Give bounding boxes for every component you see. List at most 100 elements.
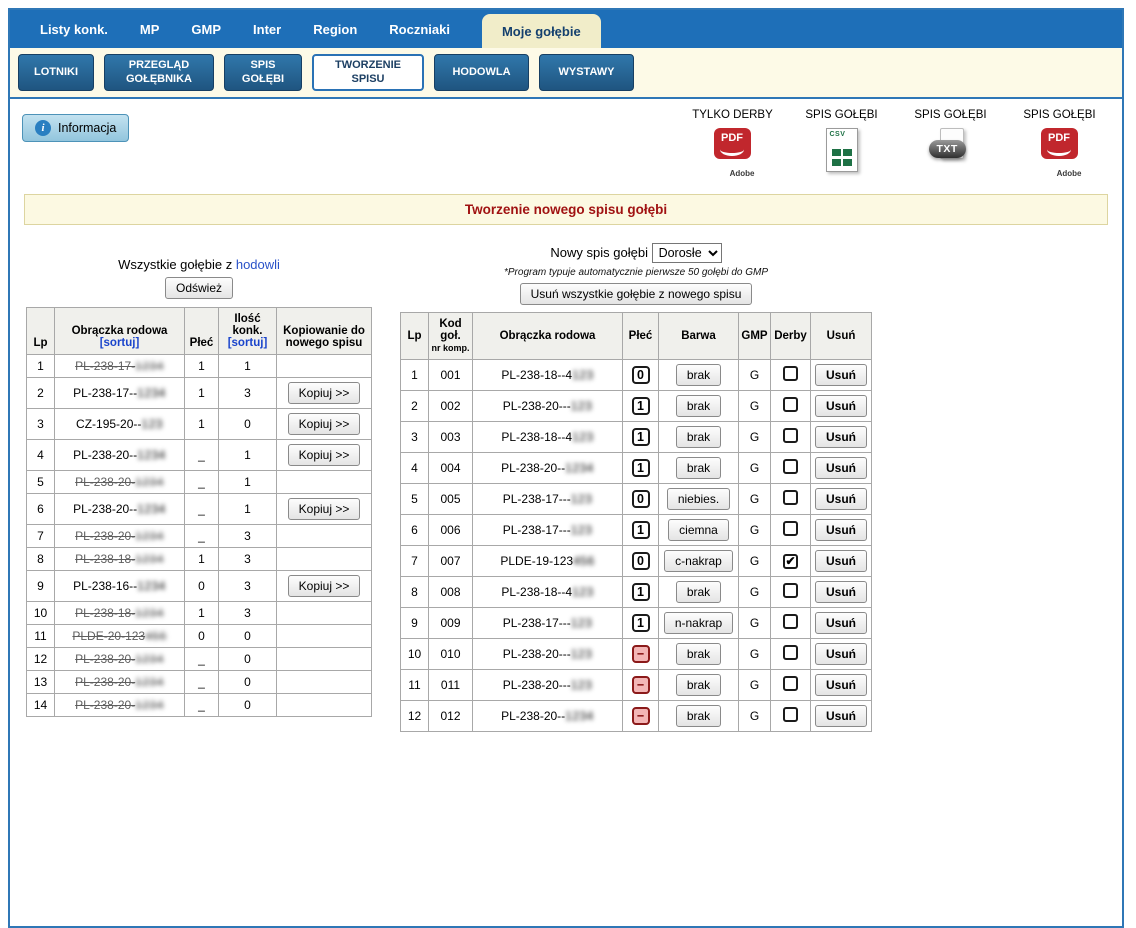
derby-checkbox[interactable] xyxy=(783,397,798,412)
sex-toggle[interactable]: − xyxy=(632,645,650,663)
csv-icon[interactable]: CSV xyxy=(821,128,863,178)
delete-button[interactable]: Usuń xyxy=(815,426,867,448)
color-button[interactable]: brak xyxy=(676,426,721,448)
sex-toggle[interactable]: 1 xyxy=(632,459,650,477)
color-button[interactable]: brak xyxy=(676,364,721,386)
sex-toggle[interactable]: 0 xyxy=(632,490,650,508)
delete-button[interactable]: Usuń xyxy=(815,674,867,696)
delete-button[interactable]: Usuń xyxy=(815,643,867,665)
refresh-button[interactable]: Odśwież xyxy=(165,277,233,299)
color-button[interactable]: brak xyxy=(676,457,721,479)
sex-toggle[interactable]: − xyxy=(632,707,650,725)
export-item[interactable]: SPIS GOŁĘBICSV xyxy=(789,109,894,180)
copy-button[interactable]: Kopiuj >> xyxy=(288,444,361,466)
color-button[interactable]: n-nakrap xyxy=(664,612,733,634)
sex-toggle[interactable]: 1 xyxy=(632,583,650,601)
sex-toggle[interactable]: 1 xyxy=(632,397,650,415)
refresh-wrap: Odśwież xyxy=(26,277,372,299)
gmp-cell: G xyxy=(739,360,771,391)
delete-button[interactable]: Usuń xyxy=(815,550,867,572)
derby-checkbox[interactable] xyxy=(783,459,798,474)
ring-cell: PL-238-17-1234 xyxy=(55,355,185,378)
breeding-link[interactable]: hodowli xyxy=(236,257,280,272)
table-row: 1PL-238-17-123411 xyxy=(27,355,372,378)
subnav-button[interactable]: HODOWLA xyxy=(434,54,529,91)
gmp-cell: G xyxy=(739,546,771,577)
derby-checkbox[interactable] xyxy=(783,614,798,629)
delete-button[interactable]: Usuń xyxy=(815,612,867,634)
delete-button[interactable]: Usuń xyxy=(815,364,867,386)
color-cell: c-nakrap xyxy=(659,546,739,577)
nav-item[interactable]: Inter xyxy=(253,10,281,48)
export-item[interactable]: TYLKO DERBYPDFAdobe xyxy=(680,109,785,180)
sex-toggle[interactable]: 0 xyxy=(632,366,650,384)
subnav-button[interactable]: SPIS GOŁĘBI xyxy=(224,54,302,91)
derby-checkbox[interactable] xyxy=(783,521,798,536)
export-item[interactable]: SPIS GOŁĘBIPDFAdobe xyxy=(1007,109,1112,180)
ring-redacted: 123 xyxy=(572,368,594,382)
copy-button[interactable]: Kopiuj >> xyxy=(288,382,361,404)
subnav-button[interactable]: WYSTAWY xyxy=(539,54,634,91)
color-button[interactable]: brak xyxy=(676,643,721,665)
sex-toggle[interactable]: 1 xyxy=(632,614,650,632)
txt-icon[interactable]: TXT xyxy=(927,128,975,176)
csv-label: CSV xyxy=(830,131,846,138)
ring-cell: PL-238-18--4123 xyxy=(473,577,623,608)
color-button[interactable]: niebies. xyxy=(667,488,730,510)
nav-item[interactable]: MP xyxy=(140,10,160,48)
pdf-icon[interactable]: PDFAdobe xyxy=(710,128,756,180)
ring-number: PL-238-17--- xyxy=(503,616,571,630)
delete-button[interactable]: Usuń xyxy=(815,519,867,541)
derby-checkbox[interactable] xyxy=(783,428,798,443)
color-button[interactable]: brak xyxy=(676,581,721,603)
nav-item[interactable]: Roczniaki xyxy=(389,10,450,48)
sub-nav: LOTNIKI PRZEGLĄD GOŁĘBNIKA SPIS GOŁĘBI TWOR… xyxy=(10,48,1122,99)
copy-button[interactable]: Kopiuj >> xyxy=(288,413,361,435)
clear-list-button[interactable]: Usuń wszystkie gołębie z nowego spisu xyxy=(520,283,753,305)
sort-link[interactable]: [sortuj] xyxy=(100,337,140,349)
ring-redacted: 456 xyxy=(573,554,595,568)
copy-button[interactable]: Kopiuj >> xyxy=(288,498,361,520)
derby-checkbox[interactable] xyxy=(783,490,798,505)
derby-checkbox[interactable] xyxy=(783,676,798,691)
color-button[interactable]: ciemna xyxy=(668,519,729,541)
sex-cell: 0 xyxy=(623,360,659,391)
sex-toggle[interactable]: − xyxy=(632,676,650,694)
sort-link[interactable]: [sortuj] xyxy=(228,337,268,349)
pdf-icon[interactable]: PDFAdobe xyxy=(1037,128,1083,180)
ring-number: PL-238-18- xyxy=(75,552,135,566)
nav-item[interactable]: Listy konk. xyxy=(40,10,108,48)
lp-cell: 9 xyxy=(27,571,55,602)
subnav-button[interactable]: LOTNIKI xyxy=(18,54,94,91)
delete-button[interactable]: Usuń xyxy=(815,581,867,603)
derby-checkbox[interactable] xyxy=(783,366,798,381)
delete-button[interactable]: Usuń xyxy=(815,457,867,479)
subnav-button[interactable]: TWORZENIE SPISU xyxy=(312,54,424,91)
copy-button[interactable]: Kopiuj >> xyxy=(288,575,361,597)
color-button[interactable]: brak xyxy=(676,705,721,727)
delete-button[interactable]: Usuń xyxy=(815,488,867,510)
ring-number: PL-238-18--4 xyxy=(501,585,572,599)
sex-toggle[interactable]: 1 xyxy=(632,428,650,446)
derby-checkbox[interactable] xyxy=(783,645,798,660)
derby-checkbox[interactable] xyxy=(783,707,798,722)
color-cell: n-nakrap xyxy=(659,608,739,639)
ring-redacted: 1234 xyxy=(135,606,164,620)
list-type-select[interactable]: Dorosłe xyxy=(652,243,722,263)
color-button[interactable]: c-nakrap xyxy=(664,550,733,572)
delete-button[interactable]: Usuń xyxy=(815,705,867,727)
delete-button[interactable]: Usuń xyxy=(815,395,867,417)
derby-checkbox[interactable]: ✔ xyxy=(783,554,798,569)
sex-toggle[interactable]: 1 xyxy=(632,521,650,539)
derby-checkbox[interactable] xyxy=(783,583,798,598)
color-button[interactable]: brak xyxy=(676,674,721,696)
export-item[interactable]: SPIS GOŁĘBITXT xyxy=(898,109,1003,180)
nav-item[interactable]: Region xyxy=(313,10,357,48)
spreadsheet-glyph xyxy=(832,149,852,166)
info-button[interactable]: i Informacja xyxy=(22,114,129,142)
nav-item[interactable]: Moje gołębie xyxy=(482,14,601,48)
subnav-button[interactable]: PRZEGLĄD GOŁĘBNIKA xyxy=(104,54,214,91)
color-button[interactable]: brak xyxy=(676,395,721,417)
nav-item[interactable]: GMP xyxy=(191,10,221,48)
sex-toggle[interactable]: 0 xyxy=(632,552,650,570)
